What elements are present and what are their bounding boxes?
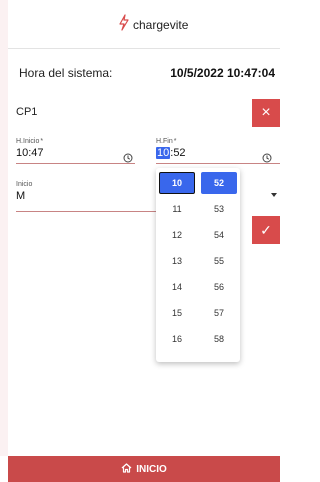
- app-frame: chargevite Hora del sistema: 10/5/2022 1…: [0, 0, 280, 482]
- home-icon: [121, 462, 132, 476]
- brand-logo: chargevite: [118, 14, 188, 36]
- minute-option[interactable]: 57: [201, 302, 237, 324]
- hour-option[interactable]: 12: [159, 224, 195, 246]
- time-picker-dropdown[interactable]: 10 11 12 13 14 15 16 52 53 54 55 56 57 5…: [156, 168, 240, 362]
- start-mode-value[interactable]: M: [16, 190, 25, 202]
- required-mark: *: [40, 138, 44, 145]
- end-time-label-text: H.Fin: [156, 138, 173, 145]
- minute-option-selected[interactable]: 52: [201, 172, 237, 194]
- system-time-row: Hora del sistema: 10/5/2022 10:47:04: [8, 58, 280, 88]
- brand-name: chargevite: [133, 18, 189, 32]
- hour-option[interactable]: 11: [159, 198, 195, 220]
- minute-option[interactable]: 58: [201, 328, 237, 350]
- hour-option[interactable]: 14: [159, 276, 195, 298]
- hour-option[interactable]: 13: [159, 250, 195, 272]
- chevron-down-icon[interactable]: [271, 193, 277, 197]
- minute-column[interactable]: 52 53 54 55 56 57 58: [198, 168, 240, 362]
- end-time-field[interactable]: H.Fin* 10:52: [156, 138, 280, 164]
- end-time-underline: [156, 163, 280, 164]
- start-mode-select[interactable]: Inicio M: [16, 181, 280, 212]
- hour-option[interactable]: 16: [159, 328, 195, 350]
- start-time-value[interactable]: 10:47: [16, 147, 44, 159]
- minute-option[interactable]: 55: [201, 250, 237, 272]
- minute-segment[interactable]: 52: [173, 147, 185, 159]
- left-rail: [0, 0, 8, 456]
- charge-point-title: CP1: [16, 106, 38, 118]
- start-mode-label: Inicio: [16, 181, 33, 188]
- clock-icon[interactable]: [123, 150, 133, 163]
- required-mark: *: [173, 138, 177, 145]
- lightning-bolt-icon: [118, 14, 130, 36]
- delete-button[interactable]: ×: [252, 99, 280, 127]
- hour-option-selected[interactable]: 10: [159, 172, 195, 194]
- close-icon: ×: [261, 104, 271, 121]
- start-time-label: H.Inicio*: [16, 138, 43, 145]
- check-icon: ✓: [260, 222, 272, 238]
- hour-column[interactable]: 10 11 12 13 14 15 16: [156, 168, 198, 362]
- hour-option[interactable]: 15: [159, 302, 195, 324]
- selected-hour-segment[interactable]: 10: [156, 147, 171, 159]
- bottom-navigation[interactable]: INICIO: [8, 456, 280, 482]
- start-time-label-text: H.Inicio: [16, 138, 40, 145]
- end-time-value[interactable]: 10:52: [156, 147, 186, 159]
- minute-option[interactable]: 54: [201, 224, 237, 246]
- app-header: chargevite: [8, 0, 280, 49]
- confirm-button[interactable]: ✓: [252, 216, 280, 244]
- start-time-underline: [16, 163, 135, 164]
- bottom-navigation-label: INICIO: [136, 463, 167, 475]
- minute-option[interactable]: 56: [201, 276, 237, 298]
- start-mode-underline: [16, 211, 156, 212]
- end-time-label: H.Fin*: [156, 138, 176, 145]
- system-time-label: Hora del sistema:: [19, 66, 113, 80]
- clock-icon[interactable]: [262, 150, 272, 163]
- minute-option[interactable]: 53: [201, 198, 237, 220]
- system-time-value: 10/5/2022 10:47:04: [170, 66, 275, 80]
- start-time-field[interactable]: H.Inicio* 10:47: [16, 138, 135, 164]
